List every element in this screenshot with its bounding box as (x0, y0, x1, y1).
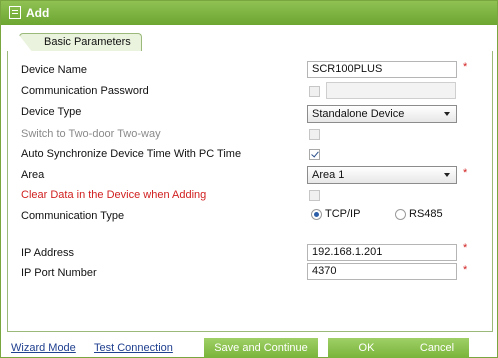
comm-type-label: Communication Type (21, 210, 125, 222)
area-required-mark: * (463, 167, 468, 179)
area-label: Area (21, 169, 45, 181)
ip-port-required-mark: * (463, 264, 468, 276)
ip-address-input[interactable]: 192.168.1.201 (307, 244, 457, 261)
rs485-radio[interactable] (395, 209, 406, 220)
two-door-label: Switch to Two-door Two-way (21, 128, 161, 140)
form-icon (9, 6, 21, 19)
chevron-down-icon (444, 112, 450, 116)
rs485-radio-label: RS485 (409, 208, 443, 220)
tab-basic-parameters[interactable]: Basic Parameters (19, 33, 142, 53)
ip-address-required-mark: * (463, 242, 468, 254)
device-type-label: Device Type (21, 106, 82, 118)
auto-sync-label: Auto Synchronize Device Time With PC Tim… (21, 148, 242, 160)
tcpip-radio[interactable] (311, 209, 322, 220)
ip-port-input[interactable]: 4370 (307, 263, 457, 280)
auto-sync-checkbox[interactable] (309, 149, 320, 160)
area-select[interactable]: Area 1 (307, 166, 457, 184)
dialog-footer: Wizard Mode Test Connection Save and Con… (1, 335, 497, 358)
cancel-button[interactable]: Cancel (405, 338, 469, 358)
ip-port-label: IP Port Number (21, 267, 97, 279)
comm-password-checkbox[interactable] (309, 86, 320, 97)
tab-strip: Basic Parameters (7, 31, 493, 53)
save-and-continue-button[interactable]: Save and Continue (204, 338, 318, 358)
area-selected: Area 1 (312, 169, 345, 181)
device-name-input[interactable]: SCR100PLUS (307, 61, 457, 78)
test-connection-link[interactable]: Test Connection (94, 342, 173, 354)
dialog-titlebar: Add (1, 1, 497, 25)
comm-password-input[interactable] (326, 82, 456, 99)
clear-data-label: Clear Data in the Device when Adding (21, 189, 207, 201)
ip-address-label: IP Address (21, 247, 74, 259)
chevron-down-icon (444, 173, 450, 177)
device-name-label: Device Name (21, 64, 88, 76)
ok-button[interactable]: OK (328, 338, 405, 358)
two-door-checkbox[interactable] (309, 129, 320, 140)
add-device-dialog: Add Basic Parameters Device Name SCR100P… (0, 0, 498, 358)
comm-password-label: Communication Password (21, 85, 149, 97)
device-type-selected: Standalone Device (312, 108, 405, 120)
clear-data-checkbox[interactable] (309, 190, 320, 201)
dialog-title: Add (26, 6, 50, 20)
wizard-mode-link[interactable]: Wizard Mode (11, 342, 76, 354)
device-name-required-mark: * (463, 61, 468, 73)
tcpip-radio-label: TCP/IP (325, 208, 361, 220)
device-type-select[interactable]: Standalone Device (307, 105, 457, 123)
